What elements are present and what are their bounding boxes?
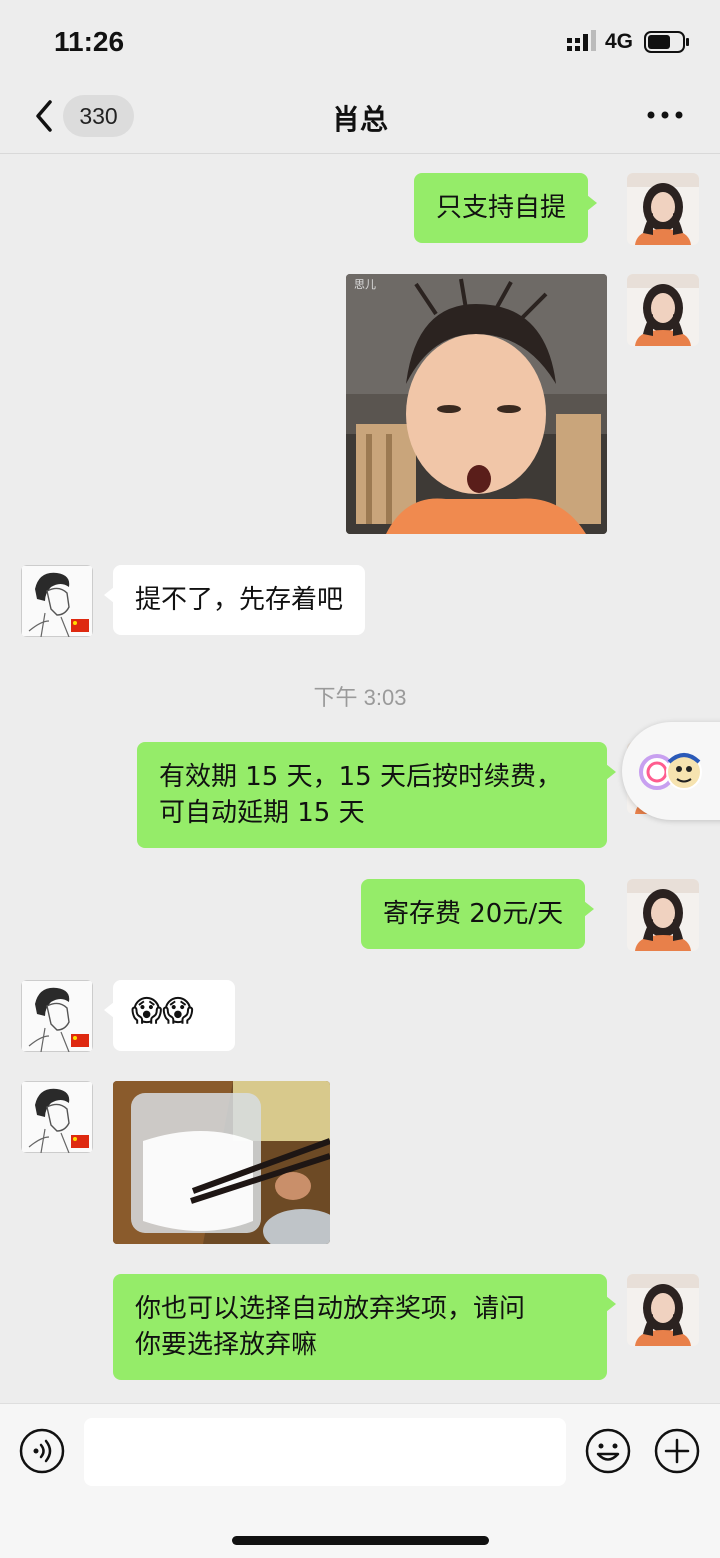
message-image-received[interactable] bbox=[113, 1081, 330, 1244]
plus-icon[interactable] bbox=[653, 1427, 701, 1475]
baby-photo: 思儿 bbox=[346, 274, 607, 534]
message-image-sent[interactable]: 思儿 bbox=[346, 274, 607, 534]
message-text-line: 你也可以选择自动放弃奖项，请问 bbox=[135, 1294, 526, 1324]
floating-apps-icon bbox=[639, 753, 702, 790]
message-text: 提不了，先存着吧 bbox=[135, 585, 344, 615]
message-bubble-sent[interactable]: 你也可以选择自动放弃奖项，请问 你要选择放弃嘛 bbox=[113, 1274, 616, 1380]
message-text-line: 你要选择放弃嘛 bbox=[135, 1330, 318, 1360]
more-icon[interactable] bbox=[643, 100, 687, 130]
floating-window-ball[interactable] bbox=[622, 722, 720, 820]
my-avatar[interactable] bbox=[627, 173, 699, 245]
message-text-line: 有效期 15 天，15 天后按时续费， bbox=[159, 762, 562, 792]
status-bar: 11:26 4G bbox=[0, 0, 720, 80]
message-text: 只支持自提 bbox=[436, 193, 567, 223]
contact-avatar[interactable] bbox=[21, 1081, 93, 1153]
message-text-line: 可自动延期 15 天 bbox=[159, 798, 365, 828]
home-indicator[interactable] bbox=[232, 1536, 489, 1545]
my-avatar[interactable] bbox=[627, 274, 699, 346]
message-bubble-sent[interactable]: 寄存费 20元/天 bbox=[361, 879, 595, 949]
message-timestamp: 下午 3:03 bbox=[313, 685, 407, 710]
scream-emoji: 😱😱 bbox=[131, 994, 194, 1029]
signal-icon bbox=[567, 30, 596, 51]
status-time: 11:26 bbox=[54, 26, 125, 57]
message-bubble-received[interactable]: 提不了，先存着吧 bbox=[103, 565, 366, 635]
voice-icon[interactable] bbox=[18, 1427, 66, 1475]
network-type: 4G bbox=[605, 30, 634, 53]
battery-icon bbox=[644, 31, 689, 53]
my-avatar[interactable] bbox=[627, 1274, 699, 1346]
emoji-icon[interactable] bbox=[584, 1427, 632, 1475]
contact-avatar[interactable] bbox=[21, 565, 93, 637]
contact-avatar[interactable] bbox=[21, 980, 93, 1052]
chat-header: 330 肖总 bbox=[0, 80, 720, 154]
image-watermark: 思儿 bbox=[354, 278, 376, 291]
message-input[interactable] bbox=[84, 1418, 566, 1486]
message-bubble-sent[interactable]: 有效期 15 天，15 天后按时续费， 可自动延期 15 天 bbox=[137, 742, 616, 848]
chat-input-bar bbox=[0, 1403, 720, 1558]
message-bubble-received[interactable]: 😱😱 bbox=[104, 980, 235, 1051]
container-photo bbox=[113, 1081, 330, 1244]
message-text: 寄存费 20元/天 bbox=[383, 899, 564, 929]
my-avatar[interactable] bbox=[627, 879, 699, 951]
message-bubble-sent[interactable]: 只支持自提 bbox=[414, 173, 598, 243]
chat-title: 肖总 bbox=[331, 103, 388, 136]
